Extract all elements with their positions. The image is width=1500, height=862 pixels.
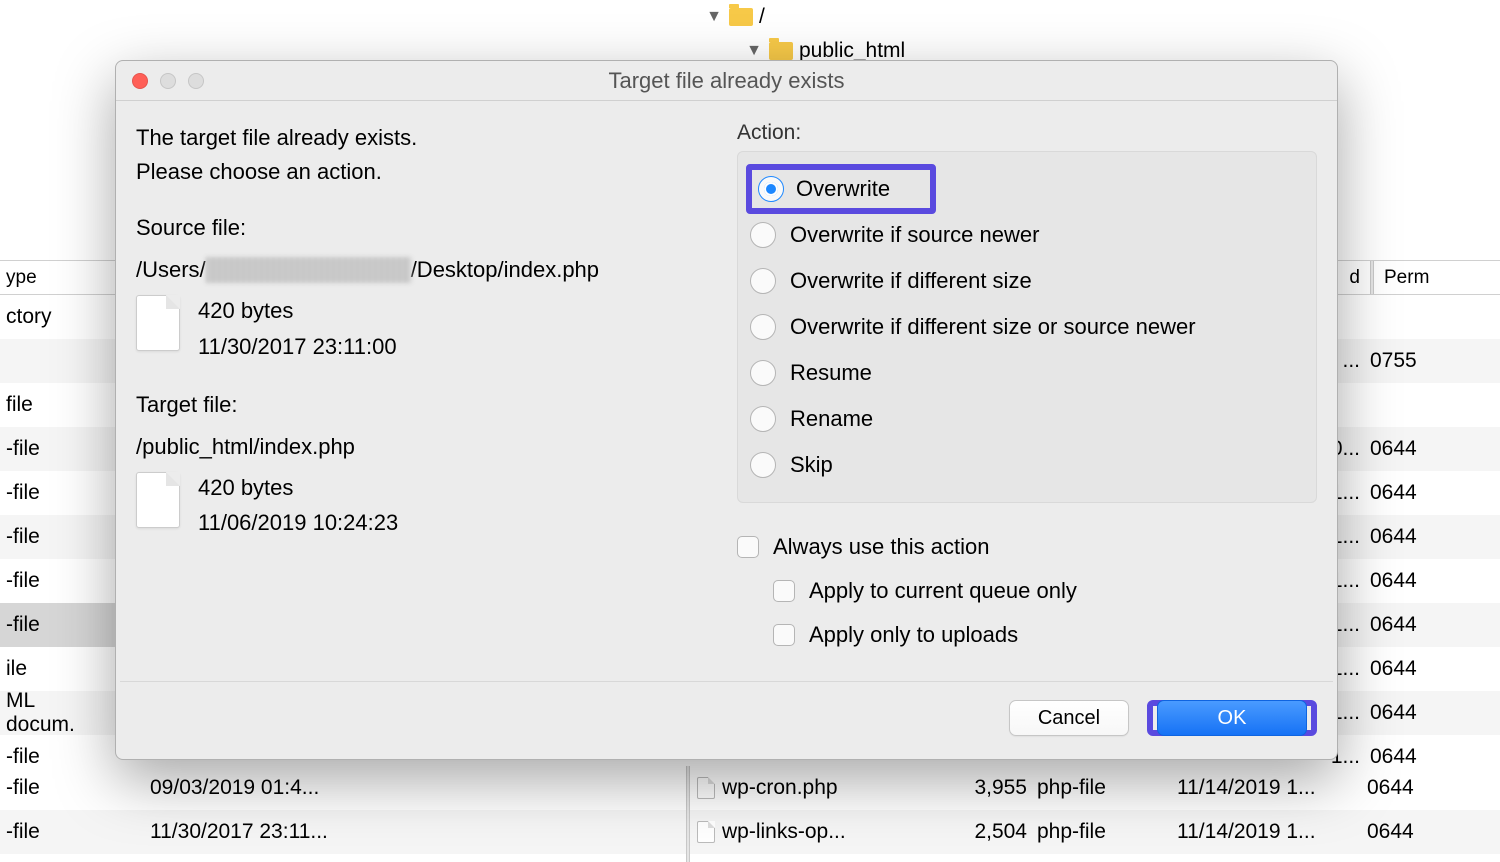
radio-overwrite-newer-label[interactable]: Overwrite if source newer [790,222,1039,248]
checkbox-always-label[interactable]: Always use this action [773,534,989,560]
local-rows-fragment: -file09/03/2019 01:4...-file11/30/2017 2… [0,766,690,854]
source-file-date: 11/30/2017 23:11:00 [198,329,397,364]
checkbox-uploads-only-label[interactable]: Apply only to uploads [809,622,1018,648]
folder-icon [769,42,793,60]
target-file-path: /public_html/index.php [136,430,717,464]
radio-resume[interactable] [750,360,776,386]
radio-skip-label[interactable]: Skip [790,452,833,478]
action-radio-group: Overwrite Overwrite if source newer Over… [737,151,1317,503]
dialog-message-2: Please choose an action. [136,155,717,189]
dialog-footer: Cancel OK [116,682,1337,754]
tree-root-label[interactable]: / [759,5,765,29]
checkbox-uploads-only[interactable] [773,624,795,646]
highlight-ok: OK [1147,700,1317,736]
remote-tree-fragment: ▼ / ▼ public_html [705,0,1205,68]
source-file-label: Source file: [136,211,717,245]
file-icon [697,777,715,799]
col-header-type[interactable]: ype [0,262,50,294]
dialog-left-pane: The target file already exists. Please c… [136,121,717,671]
radio-resume-label[interactable]: Resume [790,360,872,386]
highlight-overwrite: Overwrite [746,164,936,214]
col-header-perm[interactable]: Perm [1374,262,1454,294]
checkbox-queue-only-label[interactable]: Apply to current queue only [809,578,1077,604]
radio-overwrite-size[interactable] [750,268,776,294]
table-row[interactable]: -file11/30/2017 23:11... [0,810,690,854]
ok-button[interactable]: OK [1157,700,1307,736]
checkbox-queue-only[interactable] [773,580,795,602]
cancel-button[interactable]: Cancel [1009,700,1129,736]
action-label: Action: [737,121,1317,145]
target-file-exists-dialog: Target file already exists The target fi… [115,60,1338,760]
radio-rename-label[interactable]: Rename [790,406,873,432]
radio-overwrite[interactable] [758,176,784,202]
radio-overwrite-newer[interactable] [750,222,776,248]
radio-rename[interactable] [750,406,776,432]
target-file-date: 11/06/2019 10:24:23 [198,505,398,540]
dialog-titlebar[interactable]: Target file already exists [116,61,1337,101]
file-icon [697,821,715,843]
redacted-text [206,257,411,283]
chevron-down-icon: ▼ [705,8,723,26]
dialog-message-1: The target file already exists. [136,121,717,155]
file-icon [136,472,180,528]
remote-rows-fragment: wp-cron.php3,955php-file11/14/2019 1...0… [690,766,1500,854]
source-file-size: 420 bytes [198,293,397,328]
chevron-down-icon: ▼ [745,42,763,60]
radio-overwrite-label[interactable]: Overwrite [796,176,890,202]
table-row[interactable]: wp-cron.php3,955php-file11/14/2019 1...0… [690,766,1500,810]
file-icon [136,295,180,351]
radio-skip[interactable] [750,452,776,478]
checkbox-always[interactable] [737,536,759,558]
folder-icon [729,8,753,26]
dialog-title: Target file already exists [116,68,1337,94]
source-file-path: /Users//Desktop/index.php [136,253,717,287]
radio-overwrite-size-newer-label[interactable]: Overwrite if different size or source ne… [790,314,1196,340]
target-file-size: 420 bytes [198,470,398,505]
table-row[interactable]: -file09/03/2019 01:4... [0,766,690,810]
radio-overwrite-size-label[interactable]: Overwrite if different size [790,268,1032,294]
radio-overwrite-size-newer[interactable] [750,314,776,340]
table-row[interactable]: wp-links-op...2,504php-file11/14/2019 1.… [690,810,1500,854]
target-file-label: Target file: [136,388,717,422]
dialog-right-pane: Action: Overwrite Overwrite if source ne… [737,121,1317,671]
